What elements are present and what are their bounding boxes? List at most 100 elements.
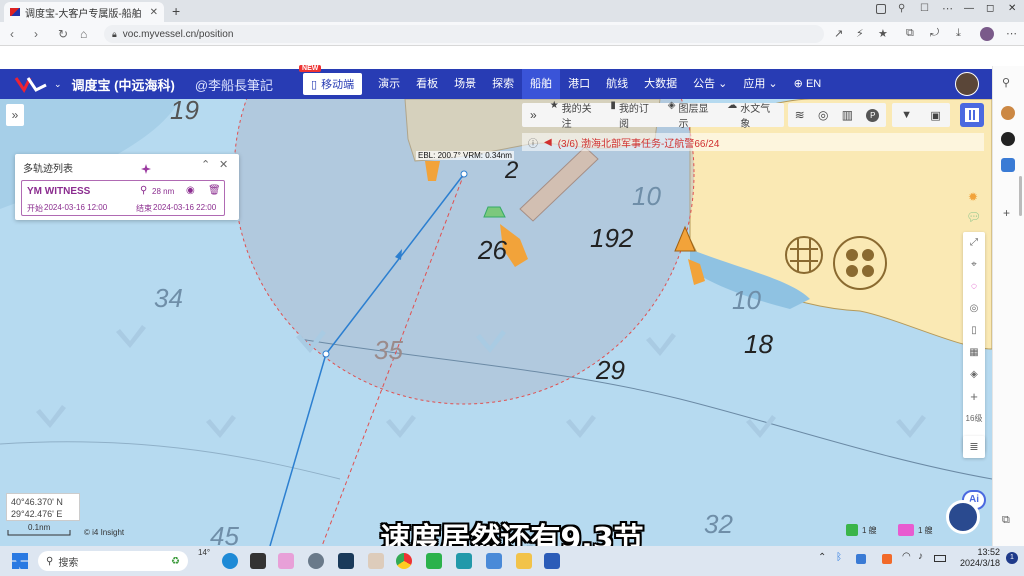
nav-route[interactable]: 航线: [598, 69, 636, 99]
toolbar-weather[interactable]: ☁ 水文气象: [722, 100, 784, 130]
tray-battery-icon[interactable]: [934, 555, 946, 562]
notification-badge[interactable]: 1: [1006, 552, 1018, 564]
layer-stack-button[interactable]: ≣: [963, 436, 985, 458]
reload-icon[interactable]: ↻: [58, 27, 68, 41]
tray-app-icon[interactable]: [856, 554, 866, 564]
share-icon[interactable]: ↗: [834, 27, 843, 40]
wind-icon[interactable]: ≋: [795, 108, 805, 122]
taskbar-folder-icon[interactable]: [516, 553, 532, 569]
locate-icon[interactable]: ⌖: [971, 254, 977, 276]
maximize-button[interactable]: ◻: [986, 3, 994, 14]
mobile-label: 移动端: [321, 79, 355, 91]
new-tab-button[interactable]: +: [172, 3, 180, 19]
nav-port[interactable]: 港口: [560, 69, 598, 99]
toolbar-my-follow[interactable]: ★ 我的关注: [545, 100, 606, 130]
taskbar-paint-icon[interactable]: [368, 553, 384, 569]
satellite-icon[interactable]: ◎: [970, 298, 979, 320]
taskbar-terminal-icon[interactable]: [338, 553, 354, 569]
sidebar-search-icon[interactable]: ⚲: [1002, 76, 1010, 89]
briefcase-icon[interactable]: ▣: [930, 109, 940, 122]
toolbar-collapse-icon[interactable]: »: [522, 108, 545, 122]
nav-dashboard[interactable]: 看板: [408, 69, 446, 99]
browser-avatar[interactable]: [980, 27, 994, 41]
home-icon[interactable]: ⌂: [80, 27, 87, 41]
taskbar-app-icon[interactable]: [250, 553, 266, 569]
tray-volume-icon[interactable]: ♪: [918, 551, 923, 562]
qr-code-button[interactable]: [960, 103, 984, 127]
map-book-icon[interactable]: ▥: [842, 108, 853, 122]
extension-icon[interactable]: ⚡: [856, 27, 864, 40]
compass-icon[interactable]: ◈: [970, 364, 978, 386]
taskbar-search[interactable]: ⚲ 搜索 ♻: [38, 551, 188, 571]
track-card[interactable]: YM WITNESS ⚲ 28 nm ◉ 🗑︎ 开始 2024-03-16 12…: [21, 180, 225, 216]
navigation-warning-bar[interactable]: ⓘ ◀ (3/6) 渤海北部军事任务-辽航警66/24: [522, 133, 984, 151]
measure-icon[interactable]: ▯: [971, 320, 977, 342]
forward-icon[interactable]: ›: [34, 27, 38, 41]
target-icon[interactable]: ◎: [818, 108, 828, 122]
sidebar-app-icon[interactable]: [1001, 132, 1015, 146]
nav-bigdata[interactable]: 大数据: [636, 69, 685, 99]
collapse-icon[interactable]: ⌃: [201, 158, 210, 171]
sidebar-add-icon[interactable]: +: [1003, 206, 1010, 220]
fullscreen-icon[interactable]: ⤢: [970, 232, 978, 254]
drag-handle-icon[interactable]: [141, 164, 151, 174]
collections-icon[interactable]: ⤾: [930, 27, 939, 40]
nav-explore[interactable]: 探索: [484, 69, 522, 99]
taskbar-settings-icon[interactable]: [308, 553, 324, 569]
browser-games-icon[interactable]: ⚲: [898, 3, 905, 14]
taskbar-wechat-icon[interactable]: [426, 553, 442, 569]
more-menu-icon[interactable]: ⋯: [1006, 27, 1017, 40]
grid-icon[interactable]: ▦: [969, 342, 978, 364]
user-avatar[interactable]: [955, 72, 979, 96]
back-icon[interactable]: ‹: [10, 27, 14, 41]
window-sidebar-icon[interactable]: [876, 4, 886, 14]
brand-dropdown-icon[interactable]: ⌄: [54, 79, 62, 90]
nav-demo[interactable]: 演示: [370, 69, 408, 99]
circle-range-icon[interactable]: ◌: [971, 276, 977, 298]
nav-notice[interactable]: 公告 ⌄: [685, 69, 735, 99]
close-tab-icon[interactable]: ✕: [150, 7, 158, 18]
nav-language[interactable]: ⊕ EN: [786, 69, 830, 99]
toolbar-layers[interactable]: ◈ 图层显示: [663, 100, 723, 130]
taskbar-word-icon[interactable]: [544, 553, 560, 569]
mobile-button[interactable]: ▯ 移动端 NEW: [299, 65, 363, 95]
depth-label: 19: [170, 99, 199, 125]
sidebar-app2-icon[interactable]: [1001, 158, 1015, 172]
delete-icon[interactable]: 🗑︎: [208, 185, 221, 196]
close-panel-icon[interactable]: ✕: [219, 158, 228, 171]
tray-wechat-icon[interactable]: [882, 554, 892, 564]
minimize-button[interactable]: —: [964, 3, 974, 14]
browser-profile-icon[interactable]: ☐: [920, 3, 929, 14]
app-logo[interactable]: [14, 75, 48, 93]
taskbar-chrome-icon[interactable]: [396, 553, 412, 569]
tray-wifi-icon[interactable]: ◠: [902, 551, 911, 562]
parking-icon[interactable]: P: [866, 108, 880, 122]
filter-icon[interactable]: ▼: [901, 109, 912, 121]
close-window-button[interactable]: ✕: [1008, 3, 1016, 14]
tray-overflow-icon[interactable]: ⌃: [818, 552, 826, 563]
nav-vessel[interactable]: 船舶: [522, 69, 561, 99]
sidebar-copilot-icon[interactable]: [1001, 106, 1015, 120]
tray-bluetooth-icon[interactable]: ᛒ: [836, 552, 842, 563]
zoom-in-button[interactable]: +: [970, 386, 978, 408]
nav-apps[interactable]: 应用 ⌄: [735, 69, 785, 99]
url-field[interactable]: 🔒︎ voc.myvessel.cn/position: [104, 25, 824, 43]
weather-widget[interactable]: 14°: [198, 548, 210, 557]
chat-icon[interactable]: 💬︎: [966, 210, 981, 224]
sidebar-scrollbar[interactable]: [1019, 176, 1022, 216]
browser-menu-icon[interactable]: ⋯: [942, 2, 953, 15]
sun-icon[interactable]: ✹: [968, 190, 978, 204]
taskbar-clock[interactable]: 13:52 2024/3/18: [952, 547, 1000, 569]
taskbar-music-icon[interactable]: [278, 553, 294, 569]
downloads-icon[interactable]: ⤓: [956, 27, 961, 40]
toolbar-my-subscribe[interactable]: ▮ 我的订阅: [605, 100, 662, 130]
browser-tab[interactable]: 调度宝-大客户专属版-船舶 ✕: [4, 2, 164, 22]
split-screen-icon[interactable]: ⧉: [906, 27, 914, 40]
taskbar-tool-icon[interactable]: [486, 553, 502, 569]
taskbar-edge-icon[interactable]: [222, 553, 238, 569]
nav-scene[interactable]: 场景: [446, 69, 484, 99]
favorite-star-icon[interactable]: ★: [878, 27, 888, 40]
taskbar-store-icon[interactable]: [456, 553, 472, 569]
expand-sidebar-button[interactable]: »: [6, 104, 24, 126]
eye-icon[interactable]: ◉: [186, 185, 195, 196]
